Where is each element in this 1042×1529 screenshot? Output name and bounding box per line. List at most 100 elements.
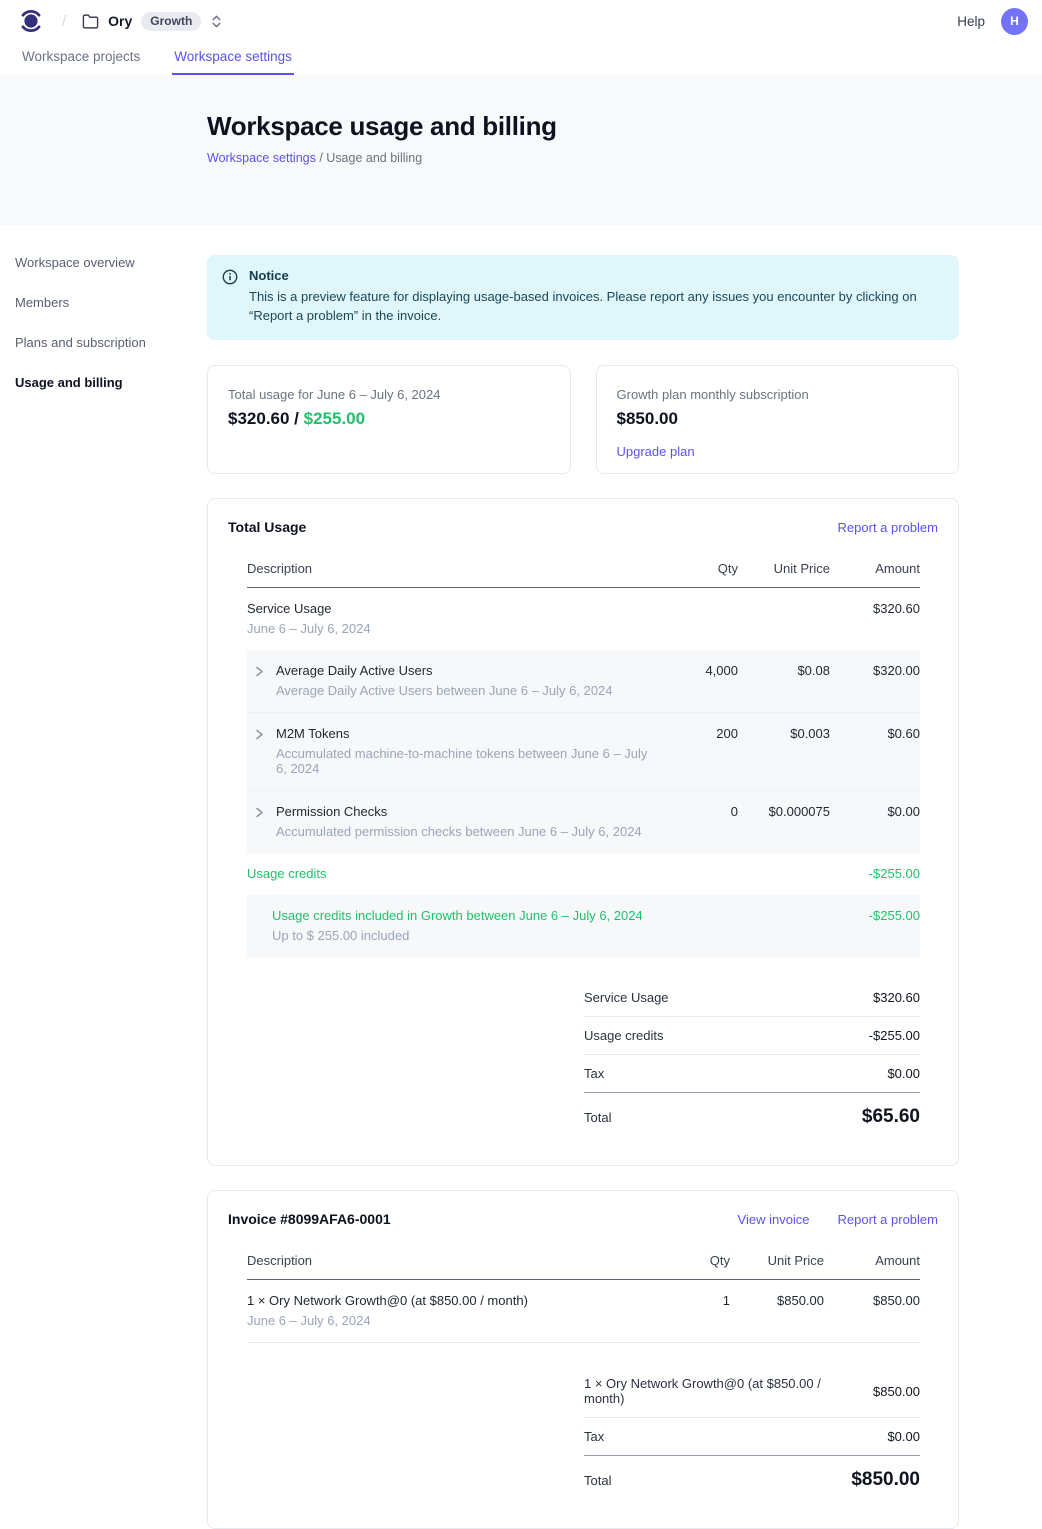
summary-label: Usage credits — [584, 1028, 663, 1043]
usage-summary: Service Usage $320.60 Usage credits -$25… — [584, 979, 920, 1139]
row-qty — [658, 895, 738, 957]
notice-body: This is a preview feature for displaying… — [249, 287, 939, 325]
usage-separator: / — [289, 409, 303, 428]
main-content: Notice This is a preview feature for dis… — [207, 225, 959, 1529]
workspace-tabbar: Workspace projects Workspace settings — [0, 42, 1042, 75]
total-usage-value: $320.60 / $255.00 — [228, 409, 550, 429]
workspace-name[interactable]: Ory — [108, 13, 132, 29]
usage-table-header: Description Qty Unit Price Amount — [247, 551, 920, 588]
row-unit-price — [738, 853, 830, 895]
row-unit-price: $0.08 — [738, 650, 830, 712]
table-row-invoice-line: 1 × Ory Network Growth@0 (at $850.00 / m… — [247, 1280, 920, 1343]
summary-row-total: Total $850.00 — [584, 1455, 920, 1502]
chevron-right-icon[interactable] — [253, 727, 266, 742]
sidebar-item-plans-and-subscription[interactable]: Plans and subscription — [15, 335, 207, 350]
summary-value: $850.00 — [873, 1384, 920, 1399]
total-usage-label: Total usage for June 6 – July 6, 2024 — [228, 387, 550, 402]
row-unit-price — [738, 588, 830, 650]
col-description: Description — [247, 551, 658, 588]
table-row-usage-credits-detail: Usage credits included in Growth between… — [247, 895, 920, 957]
sidebar-item-workspace-overview[interactable]: Workspace overview — [15, 255, 207, 270]
preview-notice: Notice This is a preview feature for dis… — [207, 255, 959, 340]
row-unit-price — [738, 895, 830, 957]
row-amount: $320.60 — [830, 588, 920, 650]
workspace-selector-icon[interactable] — [209, 14, 224, 29]
col-amount: Amount — [830, 551, 920, 588]
summary-label: Service Usage — [584, 990, 669, 1005]
row-title: Usage credits — [247, 866, 658, 881]
row-title: Service Usage — [247, 601, 658, 616]
summary-label: Tax — [584, 1429, 604, 1444]
view-invoice-link[interactable]: View invoice — [738, 1212, 810, 1227]
row-unit-price: $0.003 — [738, 713, 830, 790]
summary-row-total: Total $65.60 — [584, 1092, 920, 1139]
settings-sidebar: Workspace overview Members Plans and sub… — [0, 225, 207, 415]
summary-value: $320.60 — [873, 990, 920, 1005]
usage-amount: $320.60 — [228, 409, 289, 428]
row-amount: -$255.00 — [830, 853, 920, 895]
row-qty: 200 — [658, 713, 738, 790]
sidebar-item-usage-and-billing[interactable]: Usage and billing — [15, 375, 207, 390]
col-amount: Amount — [824, 1243, 920, 1280]
summary-value: $0.00 — [887, 1429, 920, 1444]
summary-row-tax: Tax $0.00 — [584, 1417, 920, 1455]
row-amount: $0.60 — [830, 713, 920, 790]
row-amount: -$255.00 — [830, 895, 920, 957]
upgrade-plan-link[interactable]: Upgrade plan — [617, 444, 695, 459]
invoice-table: Description Qty Unit Price Amount 1 × Or… — [247, 1243, 920, 1502]
row-qty: 0 — [658, 791, 738, 853]
summary-label: Tax — [584, 1066, 604, 1081]
row-subtitle: June 6 – July 6, 2024 — [247, 621, 658, 636]
col-qty: Qty — [658, 551, 738, 588]
tab-workspace-projects[interactable]: Workspace projects — [20, 49, 142, 75]
report-problem-link[interactable]: Report a problem — [838, 520, 938, 535]
invoice-card-title: Invoice #8099AFA6-0001 — [228, 1211, 391, 1227]
plan-badge: Growth — [141, 12, 201, 31]
breadcrumb: Workspace settings / Usage and billing — [207, 151, 1042, 165]
row-amount: $0.00 — [830, 791, 920, 853]
total-usage-card-title: Total Usage — [228, 519, 306, 535]
sidebar-item-members[interactable]: Members — [15, 295, 207, 310]
breadcrumb-workspace-settings-link[interactable]: Workspace settings — [207, 151, 316, 165]
row-title: Permission Checks — [276, 804, 642, 819]
notice-title: Notice — [249, 268, 939, 283]
row-subtitle: Up to $ 255.00 included — [272, 928, 658, 943]
chevron-right-icon[interactable] — [253, 805, 266, 820]
summary-total-value: $850.00 — [851, 1469, 920, 1491]
included-amount: $255.00 — [304, 409, 365, 428]
info-icon — [222, 269, 238, 285]
table-row-usage-credits: Usage credits -$255.00 — [247, 853, 920, 895]
subscription-value: $850.00 — [617, 409, 939, 429]
table-row-average-daily-active-users[interactable]: Average Daily Active Users Average Daily… — [247, 650, 920, 712]
summary-row-usage-credits: Usage credits -$255.00 — [584, 1016, 920, 1054]
subscription-label: Growth plan monthly subscription — [617, 387, 939, 402]
user-avatar[interactable]: H — [1001, 8, 1028, 35]
row-subtitle: June 6 – July 6, 2024 — [247, 1313, 666, 1328]
total-usage-card: Total Usage Report a problem Description… — [207, 498, 959, 1166]
tab-workspace-settings[interactable]: Workspace settings — [172, 49, 294, 75]
page-title: Workspace usage and billing — [207, 111, 1042, 142]
chevron-right-icon[interactable] — [253, 664, 266, 679]
table-row-permission-checks[interactable]: Permission Checks Accumulated permission… — [247, 790, 920, 853]
report-problem-link[interactable]: Report a problem — [838, 1212, 938, 1227]
help-link[interactable]: Help — [957, 14, 985, 29]
summary-row-service-usage: Service Usage $320.60 — [584, 979, 920, 1016]
invoice-card: Invoice #8099AFA6-0001 View invoice Repo… — [207, 1190, 959, 1529]
col-unit-price: Unit Price — [730, 1243, 824, 1280]
folder-icon — [82, 13, 99, 30]
breadcrumb-current: / Usage and billing — [316, 151, 422, 165]
row-title: M2M Tokens — [276, 726, 658, 741]
summary-total-value: $65.60 — [862, 1106, 920, 1128]
summary-label: Total — [584, 1473, 611, 1488]
page-header: Workspace usage and billing Workspace se… — [0, 75, 1042, 225]
row-qty: 1 — [666, 1280, 730, 1342]
summary-row-tax: Tax $0.00 — [584, 1054, 920, 1092]
summary-value: -$255.00 — [869, 1028, 920, 1043]
breadcrumb-slash: / — [62, 13, 66, 30]
table-row-m2m-tokens[interactable]: M2M Tokens Accumulated machine-to-machin… — [247, 712, 920, 790]
ory-logo-icon[interactable] — [18, 8, 44, 34]
col-description: Description — [247, 1243, 666, 1280]
top-bar: / Ory Growth Help H — [0, 0, 1042, 42]
table-row-service-usage: Service Usage June 6 – July 6, 2024 $320… — [247, 588, 920, 650]
total-usage-summary-card: Total usage for June 6 – July 6, 2024 $3… — [207, 365, 571, 474]
